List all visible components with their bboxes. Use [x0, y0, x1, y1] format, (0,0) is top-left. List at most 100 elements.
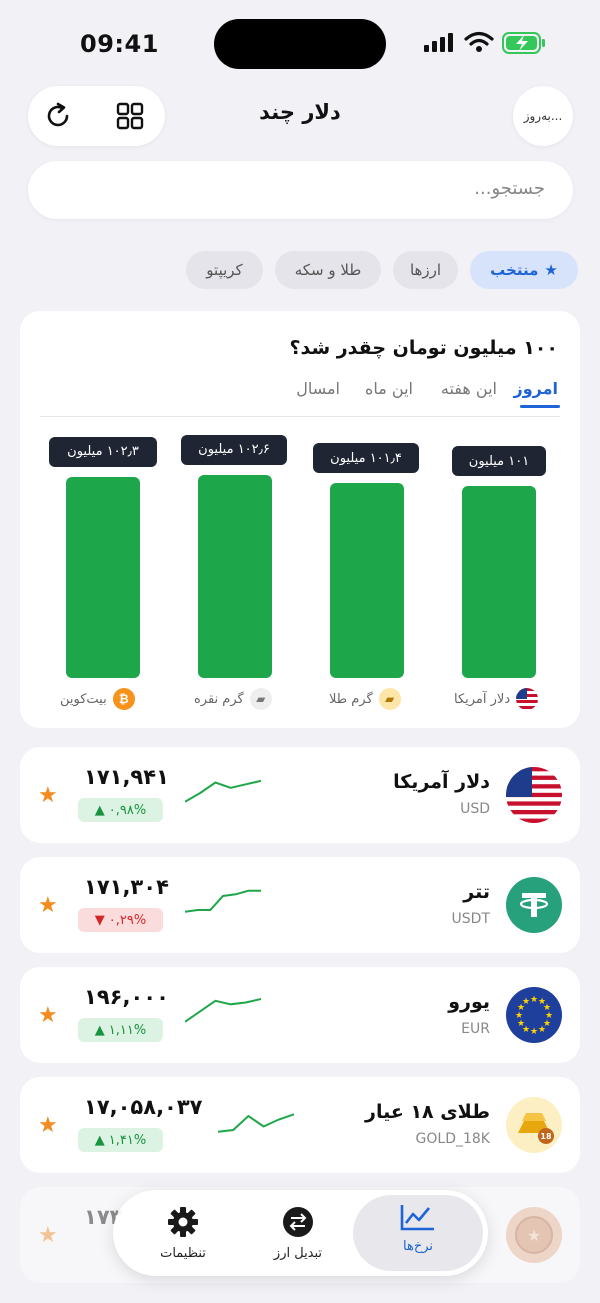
sparkline	[218, 1113, 294, 1133]
svg-text:★: ★	[538, 1025, 546, 1035]
rate-code: GOLD_18K	[415, 1131, 490, 1147]
refresh-icon[interactable]	[42, 100, 74, 136]
bitcoin-icon: ₿	[112, 688, 135, 710]
grid-view-icon[interactable]	[115, 101, 145, 135]
sparkline	[185, 889, 261, 913]
rate-price: ۱۷۱,۳۰۴	[84, 875, 169, 899]
change-badge: ▲ ۱,۴۱%	[78, 1128, 163, 1152]
battery-charging-icon	[502, 32, 546, 58]
change-value: ۰,۲۹%	[108, 912, 147, 928]
rate-row-usdt[interactable]: تتر USDT ۱۷۱,۳۰۴ ▼ ۰,۲۹% ★	[20, 857, 580, 953]
up-arrow-icon: ▲	[94, 1132, 105, 1148]
rate-name: یورو	[448, 991, 490, 1013]
gear-icon	[168, 1207, 198, 1237]
favorite-star-icon[interactable]: ★	[38, 1223, 58, 1248]
dynamic-island	[214, 19, 386, 69]
rate-price: ۱۹۶,۰۰۰	[84, 985, 169, 1009]
rate-price: ۱۷۱,۹۴۱	[84, 765, 169, 789]
bar-value-label: ۱۰۲٫۶ میلیون	[181, 434, 287, 465]
rate-code: USD	[460, 801, 490, 817]
rate-name: طلای ۱۸ عیار	[365, 1101, 490, 1123]
chip-favorites[interactable]: ★ منتخب	[470, 251, 578, 289]
chip-gold-coins[interactable]: طلا و سکه	[275, 251, 381, 289]
up-arrow-icon: ▲	[94, 1022, 105, 1038]
change-value: ۱,۱۱%	[108, 1022, 147, 1038]
rate-row-gold18[interactable]: 18 طلای ۱۸ عیار GOLD_18K ۱۷,۰۵۸,۰۳۷ ▲ ۱,۴…	[20, 1077, 580, 1173]
change-value: ۰,۹۸%	[108, 802, 147, 818]
bar-silver-gram	[198, 474, 272, 678]
tab-this-month[interactable]: این ماه	[365, 379, 413, 398]
bar-gold-gram	[330, 483, 404, 678]
up-arrow-icon: ▲	[94, 802, 105, 818]
bottom-nav: نرخ‌ها تبدیل ارز تنظیمات	[113, 1190, 488, 1276]
coin-icon: ★	[506, 1207, 562, 1263]
us-flag-icon	[516, 688, 539, 710]
tether-icon	[506, 877, 562, 933]
nav-label: تنظیمات	[160, 1246, 206, 1261]
svg-text:★: ★	[530, 1027, 538, 1037]
nav-rates[interactable]: نرخ‌ها	[353, 1202, 483, 1254]
search-placeholder: جستجو...	[474, 178, 545, 199]
bar-value-label: ۱۰۱ میلیون	[452, 446, 546, 476]
wifi-icon	[464, 31, 494, 57]
change-badge: ▲ ۰,۹۸%	[78, 798, 163, 822]
chip-label: طلا و سکه	[294, 261, 362, 279]
chart-title: ۱۰۰ میلیون تومان چقدر شد؟	[289, 337, 558, 359]
tab-this-year[interactable]: امسال	[296, 379, 340, 398]
nav-settings[interactable]: تنظیمات	[133, 1206, 233, 1261]
x-label-silver: ▰ گرم نقره	[194, 688, 272, 710]
favorite-star-icon[interactable]: ★	[38, 1003, 58, 1028]
tab-this-week[interactable]: این هفته	[441, 379, 497, 398]
change-value: ۱,۴۱%	[108, 1132, 147, 1148]
star-icon: ★	[544, 261, 558, 279]
svg-text:★: ★	[530, 995, 538, 1005]
sparkline	[185, 998, 261, 1023]
rate-row-usd[interactable]: دلار آمریکا USD ۱۷۱,۹۴۱ ▲ ۰,۹۸% ★	[20, 747, 580, 843]
x-label-usd: دلار آمریکا	[454, 688, 539, 710]
change-badge: ▲ ۱,۱۱%	[78, 1018, 163, 1042]
updated-status-button[interactable]: به‌روز...	[513, 86, 573, 146]
search-input[interactable]: جستجو...	[28, 161, 573, 219]
nav-converter[interactable]: تبدیل ارز	[238, 1206, 358, 1261]
rate-row-eur[interactable]: ★ ★ ★ ★ ★ ★ ★ ★ ★ ★ ★ ★ یورو EUR ۱۹۶,۰۰۰ ▲ ۱,۱۱% ★	[20, 967, 580, 1063]
down-arrow-icon: ▼	[94, 912, 105, 928]
chart-trend-icon	[400, 1205, 434, 1231]
favorite-star-icon[interactable]: ★	[38, 783, 58, 808]
bar-value-label: ۱۰۱٫۴ میلیون	[313, 443, 419, 474]
exchange-icon	[283, 1207, 313, 1237]
gold-bar-icon: ▰	[378, 688, 401, 710]
chip-currencies[interactable]: ارزها	[393, 251, 458, 289]
bar-usd	[462, 486, 536, 678]
x-label-text: گرم طلا	[329, 691, 373, 707]
tab-today[interactable]: امروز	[514, 379, 559, 398]
chip-label: کریپتو	[206, 261, 243, 279]
cellular-signal-icon	[424, 33, 456, 57]
page-title: دلار چند	[259, 100, 341, 124]
tabs-divider	[40, 416, 560, 417]
silver-bar-icon: ▰	[249, 688, 272, 710]
sparkline	[185, 779, 261, 803]
chip-label: منتخب	[490, 261, 539, 279]
gold-bar-icon: 18	[506, 1097, 562, 1153]
chip-label: ارزها	[409, 261, 442, 279]
svg-text:★: ★	[522, 997, 530, 1007]
x-label-gold: ▰ گرم طلا	[329, 688, 401, 710]
rate-code: USDT	[451, 911, 490, 927]
change-badge: ▼ ۰,۲۹%	[78, 908, 163, 932]
eu-flag-icon: ★ ★ ★ ★ ★ ★ ★ ★ ★ ★ ★ ★	[506, 987, 562, 1043]
status-time: 09:41	[80, 30, 159, 58]
favorite-star-icon[interactable]: ★	[38, 893, 58, 918]
favorite-star-icon[interactable]: ★	[38, 1113, 58, 1138]
x-label-text: بیت‌کوین	[60, 691, 107, 707]
us-flag-icon	[506, 767, 562, 823]
x-label-text: گرم نقره	[194, 691, 244, 707]
chip-crypto[interactable]: کریپتو	[186, 251, 263, 289]
x-label-text: دلار آمریکا	[454, 691, 511, 707]
nav-label: تبدیل ارز	[273, 1246, 323, 1261]
bar-bitcoin	[66, 476, 140, 678]
rate-price: ۱۷,۰۵۸,۰۳۷	[84, 1095, 203, 1119]
rate-code: EUR	[461, 1021, 490, 1037]
investment-chart-card: ۱۰۰ میلیون تومان چقدر شد؟ امروز این هفته…	[20, 311, 580, 728]
bar-value-label: ۱۰۲٫۳ میلیون	[49, 436, 157, 467]
tab-underline	[520, 405, 560, 408]
